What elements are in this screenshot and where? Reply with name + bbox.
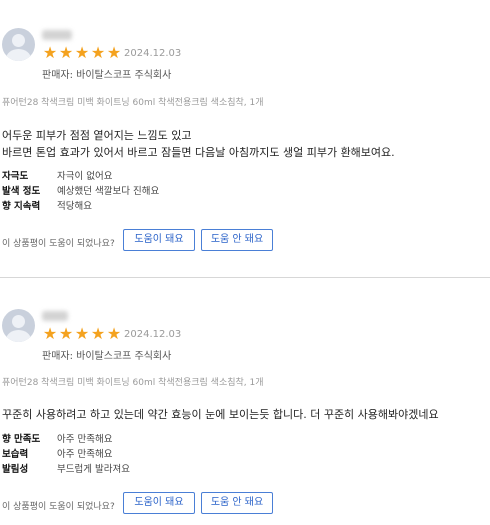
attribute-row: 자극도 자극이 없어요 xyxy=(2,169,159,184)
helpful-no-button[interactable]: 도움 안 돼요 xyxy=(201,492,273,514)
review-date: 2024.12.03 xyxy=(124,48,182,59)
helpful-yes-button[interactable]: 도움이 돼요 xyxy=(123,492,195,514)
helpful-no-button[interactable]: 도움 안 돼요 xyxy=(201,229,273,251)
seller-name: 판매자: 바이탈스코프 주식회사 xyxy=(42,70,172,81)
helpful-question: 이 상품평이 도움이 되었나요? xyxy=(2,239,115,249)
attribute-value: 부드럽게 발라져요 xyxy=(57,464,130,475)
attribute-value: 예상했던 색깔보다 진해요 xyxy=(57,186,160,197)
attribute-row: 향 만족도 아주 만족해요 xyxy=(2,432,130,447)
product-option: 퓨어턴28 착색크림 미백 화이트닝 60ml 착색전용크림 색소침착, 1개 xyxy=(2,378,264,388)
star-icon: ★ xyxy=(42,43,58,62)
user-avatar-icon xyxy=(2,28,35,61)
review-attributes: 자극도 자극이 없어요 발색 정도 예상했던 색깔보다 진해요 향 지속력 적당… xyxy=(2,169,159,214)
review-content-line: 어두운 피부가 점점 옅어지는 느낌도 있고 xyxy=(2,129,192,142)
star-icon: ★ xyxy=(58,324,74,343)
attribute-value: 아주 만족해요 xyxy=(57,449,113,460)
attribute-value: 적당해요 xyxy=(57,201,92,212)
attribute-key: 자극도 xyxy=(2,171,29,182)
attribute-key: 향 지속력 xyxy=(2,201,41,212)
attribute-key: 보습력 xyxy=(2,449,29,460)
review-content-line: 꾸준히 사용하려고 하고 있는데 약간 효능이 눈에 보이는듯 합니다. 더 꾸… xyxy=(2,408,439,421)
star-icon: ★ xyxy=(106,43,122,62)
user-avatar-icon xyxy=(2,309,35,342)
review-divider xyxy=(0,277,490,278)
review-content: 꾸준히 사용하려고 하고 있는데 약간 효능이 눈에 보이는듯 합니다. 더 꾸… xyxy=(2,406,439,423)
helpful-question: 이 상품평이 도움이 되었나요? xyxy=(2,502,115,512)
star-icon: ★ xyxy=(74,324,90,343)
star-icon: ★ xyxy=(58,43,74,62)
attribute-value: 아주 만족해요 xyxy=(57,434,113,445)
seller-name: 판매자: 바이탈스코프 주식회사 xyxy=(42,351,172,362)
star-rating: ★ ★ ★ ★ ★ xyxy=(42,326,122,342)
review-date: 2024.12.03 xyxy=(124,329,182,340)
star-icon: ★ xyxy=(42,324,58,343)
attribute-key: 발색 정도 xyxy=(2,186,41,197)
attribute-key: 발림성 xyxy=(2,464,29,475)
helpful-yes-button[interactable]: 도움이 돼요 xyxy=(123,229,195,251)
review-attributes: 향 만족도 아주 만족해요 보습력 아주 만족해요 발림성 부드럽게 발라져요 xyxy=(2,432,130,477)
reviewer-name-blurred xyxy=(42,311,68,321)
star-icon: ★ xyxy=(106,324,122,343)
attribute-row: 향 지속력 적당해요 xyxy=(2,199,159,214)
attribute-key: 향 만족도 xyxy=(2,434,41,445)
reviewer-name-blurred xyxy=(42,30,72,40)
star-icon: ★ xyxy=(74,43,90,62)
product-option: 퓨어턴28 착색크림 미백 화이트닝 60ml 착색전용크림 색소침착, 1개 xyxy=(2,98,264,108)
review-content: 어두운 피부가 점점 옅어지는 느낌도 있고 바르면 톤업 효과가 있어서 바르… xyxy=(2,127,395,161)
attribute-row: 발색 정도 예상했던 색깔보다 진해요 xyxy=(2,184,159,199)
star-icon: ★ xyxy=(90,324,106,343)
star-rating: ★ ★ ★ ★ ★ xyxy=(42,45,122,61)
attribute-row: 발림성 부드럽게 발라져요 xyxy=(2,462,130,477)
star-icon: ★ xyxy=(90,43,106,62)
attribute-row: 보습력 아주 만족해요 xyxy=(2,447,130,462)
review-content-line: 바르면 톤업 효과가 있어서 바르고 잠들면 다음날 아침까지도 생얼 피부가 … xyxy=(2,146,395,159)
attribute-value: 자극이 없어요 xyxy=(57,171,113,182)
